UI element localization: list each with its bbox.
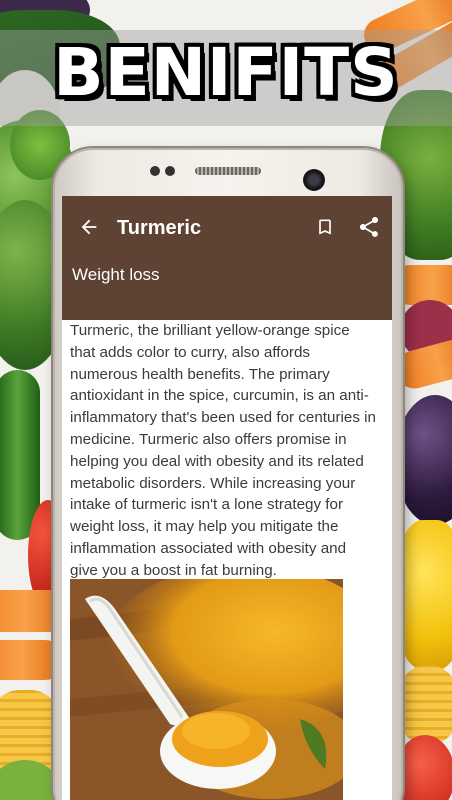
front-camera bbox=[303, 169, 325, 191]
bookmark-icon[interactable] bbox=[315, 216, 335, 238]
earpiece-speaker bbox=[195, 167, 261, 175]
article-text: Turmeric, the brilliant yellow-orange sp… bbox=[70, 322, 376, 579]
section-subtitle: Weight loss bbox=[72, 265, 160, 284]
app-bar: Turmeric Weight loss bbox=[62, 196, 392, 320]
page-title: Turmeric bbox=[117, 217, 202, 239]
arrow-back-icon[interactable] bbox=[78, 216, 100, 238]
banner-title: BENIFITS bbox=[53, 34, 399, 111]
turmeric-spoon-image bbox=[70, 579, 343, 800]
sensor-dot bbox=[165, 166, 175, 176]
sensor-dot bbox=[150, 166, 160, 176]
app-screen: Turmeric Weight loss Turmeric, the brill… bbox=[62, 196, 392, 800]
share-icon[interactable] bbox=[357, 215, 381, 239]
